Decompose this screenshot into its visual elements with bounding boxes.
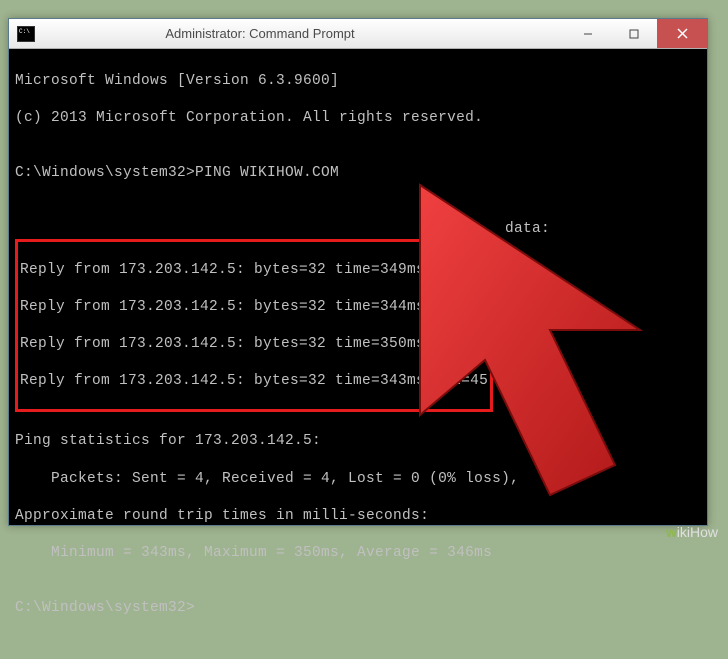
stats-line: Minimum = 343ms, Maximum = 350ms, Averag…	[15, 544, 701, 563]
highlighted-replies: Reply from 173.203.142.5: bytes=32 time=…	[15, 239, 493, 412]
close-button[interactable]	[657, 19, 707, 48]
command-line: C:\Windows\system32>PING WIKIHOW.COM	[15, 164, 701, 183]
prompt-line: C:\Windows\system32>	[15, 599, 701, 618]
titlebar[interactable]: Administrator: Command Prompt	[9, 19, 707, 49]
app-icon	[17, 26, 35, 42]
watermark: wikiHow	[666, 524, 718, 540]
stats-line: Packets: Sent = 4, Received = 4, Lost = …	[15, 470, 701, 489]
reply-line: Reply from 173.203.142.5: bytes=32 time=…	[20, 335, 488, 354]
command-prompt-window: Administrator: Command Prompt Microsoft …	[8, 18, 708, 526]
output-line: Microsoft Windows [Version 6.3.9600]	[15, 72, 701, 91]
output-line: data:	[505, 220, 728, 239]
output-line: (c) 2013 Microsoft Corporation. All righ…	[15, 109, 701, 128]
reply-line: Reply from 173.203.142.5: bytes=32 time=…	[20, 372, 488, 391]
maximize-button[interactable]	[611, 19, 657, 48]
watermark-text: iki	[677, 524, 690, 540]
reply-line: Reply from 173.203.142.5: bytes=32 time=…	[20, 298, 488, 317]
window-title: Administrator: Command Prompt	[0, 26, 565, 41]
stats-line: Ping statistics for 173.203.142.5:	[15, 432, 701, 451]
reply-line: Reply from 173.203.142.5: bytes=32 time=…	[20, 261, 488, 280]
terminal-output[interactable]: Microsoft Windows [Version 6.3.9600] (c)…	[9, 49, 707, 659]
stats-line: Approximate round trip times in milli-se…	[15, 507, 701, 526]
minimize-button[interactable]	[565, 19, 611, 48]
window-controls	[565, 19, 707, 48]
